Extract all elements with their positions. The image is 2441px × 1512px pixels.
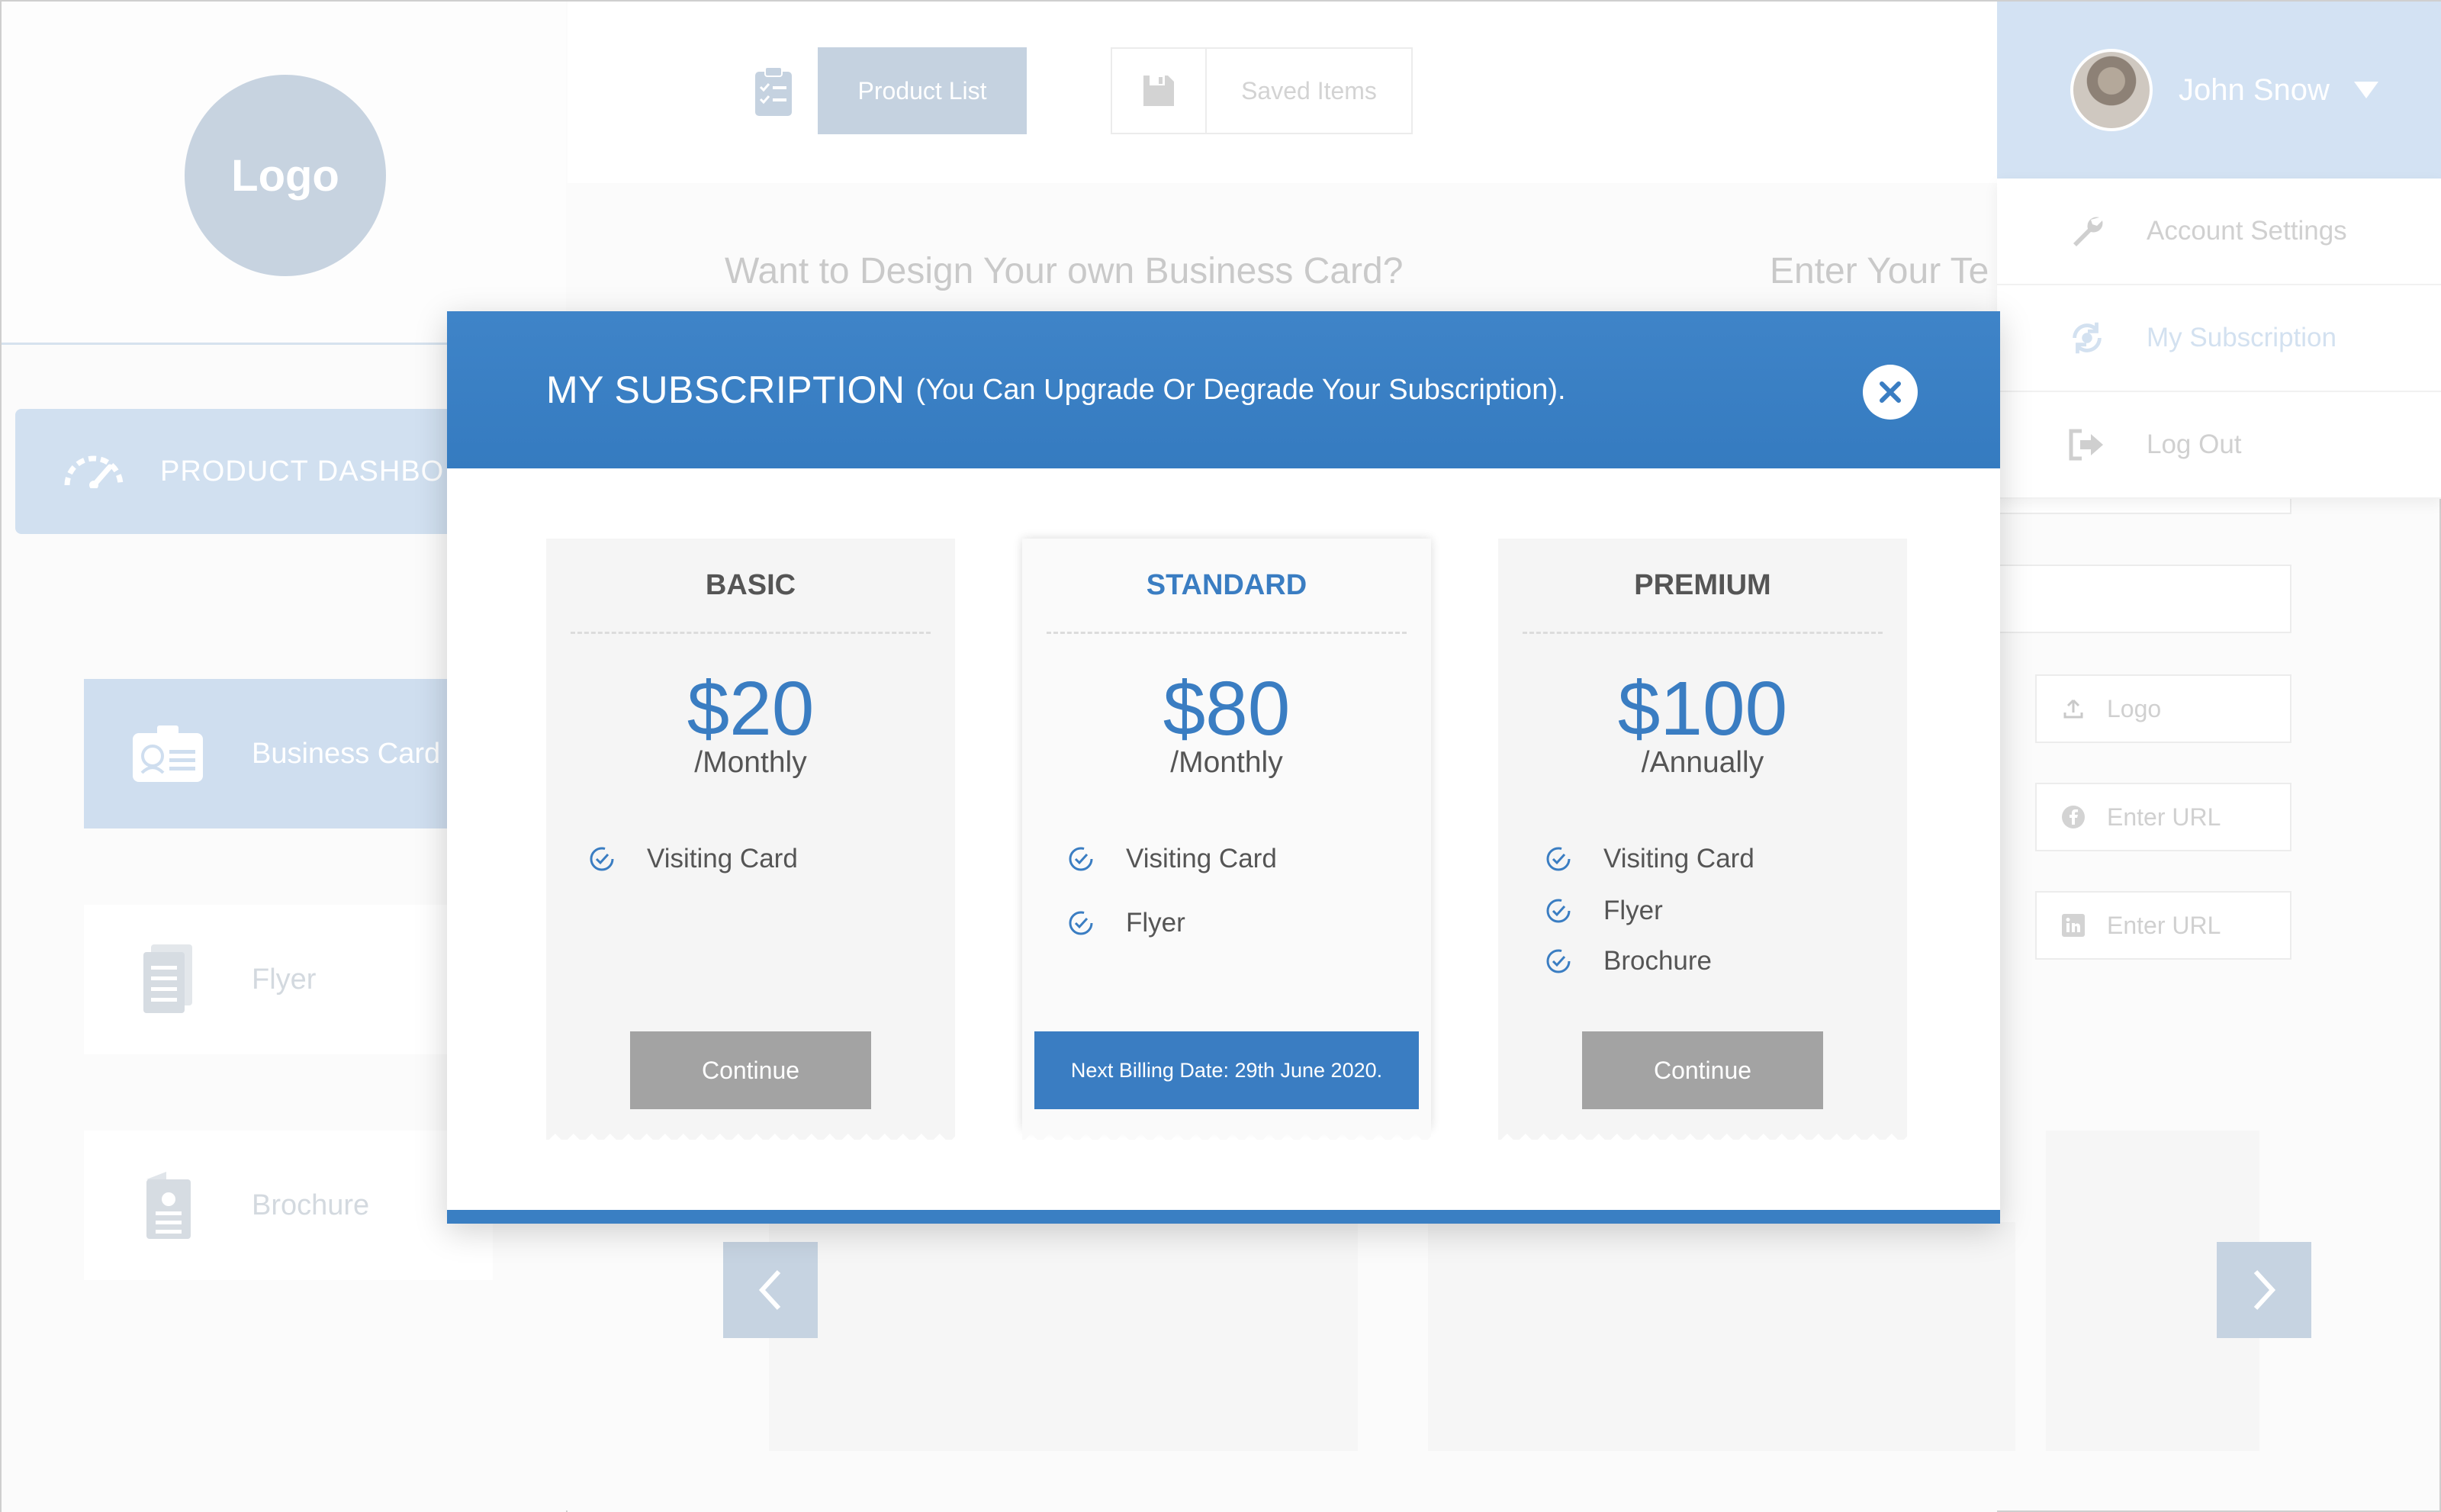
plan-name: STANDARD	[1146, 569, 1307, 601]
logo-upload-field[interactable]: Logo	[2035, 674, 2291, 743]
modal-title: MY SUBSCRIPTION	[546, 368, 905, 411]
check-circle-icon	[1066, 909, 1095, 938]
caret-down-icon	[2353, 82, 2378, 98]
check-circle-icon	[587, 844, 616, 873]
check-circle-icon	[1544, 896, 1573, 925]
tab-saved-items[interactable]: Saved Items	[1111, 47, 1413, 134]
chevron-left-icon	[758, 1269, 781, 1311]
floppy-disk-icon	[1112, 49, 1207, 133]
plan-feature: Flyer	[1066, 908, 1185, 938]
menu-item-label: Log Out	[2147, 429, 2242, 459]
logo[interactable]: Logo	[185, 75, 386, 276]
plan-feature: Visiting Card	[1066, 844, 1277, 874]
menu-item-label: Account Settings	[2147, 216, 2347, 246]
speedometer-icon	[64, 455, 124, 488]
user-name: John Snow	[2179, 72, 2330, 107]
plan-period: /Monthly	[1170, 746, 1283, 779]
feature-label: Flyer	[1603, 896, 1663, 925]
saved-items-label: Saved Items	[1241, 76, 1377, 105]
sidebar-item-label: Brochure	[252, 1189, 370, 1221]
chevron-right-icon	[2253, 1269, 2276, 1311]
next-arrow-button[interactable]	[2217, 1242, 2311, 1338]
check-circle-icon	[1544, 947, 1573, 976]
plan-price: $100	[1617, 666, 1788, 751]
plan-name: PREMIUM	[1634, 569, 1771, 601]
wrench-icon	[2067, 211, 2107, 251]
menu-item-log-out[interactable]: Log Out	[1997, 392, 2441, 499]
logout-icon	[2067, 425, 2107, 465]
feature-label: Visiting Card	[647, 844, 798, 873]
user-menu-toggle[interactable]: John Snow	[1997, 2, 2441, 179]
close-icon	[1880, 381, 1901, 403]
plan-feature: Visiting Card	[1544, 844, 1754, 874]
upload-icon	[2060, 695, 2087, 722]
id-card-icon	[130, 719, 206, 788]
design-heading: Want to Design Your own Business Card?	[725, 251, 1404, 291]
tab-product-list[interactable]: Product List	[818, 47, 1027, 134]
feature-label: Visiting Card	[1126, 844, 1277, 873]
document-icon	[130, 944, 206, 1014]
form-field[interactable]	[1996, 565, 2291, 633]
facebook-icon	[2060, 803, 2087, 831]
brochure-icon	[130, 1171, 206, 1240]
ticket-edge	[546, 1128, 955, 1140]
sidebar-item-brochure[interactable]: Brochure	[84, 1131, 493, 1280]
divider	[1523, 632, 1883, 634]
linkedin-url-field[interactable]: Enter URL	[2035, 891, 2291, 960]
menu-item-account-settings[interactable]: Account Settings	[1997, 179, 2441, 285]
plan-card-standard: STANDARD $80 /Monthly Visiting Card Flye…	[1022, 539, 1431, 1140]
divider	[1047, 632, 1407, 634]
menu-item-my-subscription[interactable]: My Subscription	[1997, 285, 2441, 392]
facebook-url-field[interactable]: Enter URL	[2035, 783, 2291, 851]
ticket-edge	[1022, 1128, 1431, 1140]
plan-period: /Annually	[1641, 746, 1764, 779]
modal-subtitle: (You Can Upgrade Or Degrade Your Subscri…	[915, 373, 1566, 406]
user-dropdown-menu: Account Settings My Subscription Log Out	[1997, 179, 2441, 499]
facebook-field-placeholder: Enter URL	[2107, 803, 2221, 831]
feature-label: Brochure	[1603, 946, 1713, 976]
sidebar-item-label: Business Card	[252, 737, 441, 770]
plan-feature: Flyer	[1544, 896, 1663, 926]
avatar	[2070, 49, 2153, 131]
refresh-icon	[2067, 318, 2107, 358]
template-preview-panel	[1428, 1222, 2015, 1451]
sidebar-item-label: Flyer	[252, 963, 317, 996]
continue-button[interactable]: Continue	[630, 1031, 871, 1109]
subscription-modal: MY SUBSCRIPTION (You Can Upgrade Or Degr…	[447, 311, 2000, 1224]
plan-price: $20	[687, 666, 815, 751]
divider	[571, 632, 931, 634]
linkedin-field-placeholder: Enter URL	[2107, 911, 2221, 939]
feature-label: Visiting Card	[1603, 844, 1754, 873]
product-dashboard-label: PRODUCT DASHBO	[160, 455, 445, 487]
linkedin-icon	[2060, 912, 2087, 939]
previous-arrow-button[interactable]	[723, 1242, 818, 1338]
sidebar-item-flyer[interactable]: Flyer	[84, 905, 493, 1054]
plan-feature: Brochure	[1544, 946, 1712, 976]
check-circle-icon	[1066, 844, 1095, 873]
plan-name: BASIC	[705, 569, 796, 601]
enter-text-heading: Enter Your Te	[1770, 251, 1989, 291]
plan-price: $80	[1163, 666, 1291, 751]
close-button[interactable]	[1863, 365, 1918, 420]
plan-feature: Visiting Card	[587, 844, 798, 874]
modal-bottom-bar	[447, 1210, 2000, 1224]
template-preview-panel	[769, 1222, 1358, 1451]
ticket-edge	[1498, 1128, 1907, 1140]
logo-area: Logo	[2, 2, 566, 345]
next-billing-date-button[interactable]: Next Billing Date: 29th June 2020.	[1034, 1031, 1419, 1109]
plan-card-basic: BASIC $20 /Monthly Visiting Card Continu…	[546, 539, 955, 1140]
menu-item-label: My Subscription	[2147, 323, 2336, 352]
feature-label: Flyer	[1126, 908, 1185, 938]
continue-button[interactable]: Continue	[1582, 1031, 1823, 1109]
plan-card-premium: PREMIUM $100 /Annually Visiting Card Fly…	[1498, 539, 1907, 1140]
plan-period: /Monthly	[694, 746, 807, 779]
clipboard-checklist-icon[interactable]	[752, 66, 795, 117]
sidebar-item-business-card[interactable]: Business Card	[84, 679, 493, 828]
check-circle-icon	[1544, 844, 1573, 873]
logo-field-label: Logo	[2107, 694, 2162, 722]
modal-header: MY SUBSCRIPTION (You Can Upgrade Or Degr…	[447, 311, 2000, 468]
